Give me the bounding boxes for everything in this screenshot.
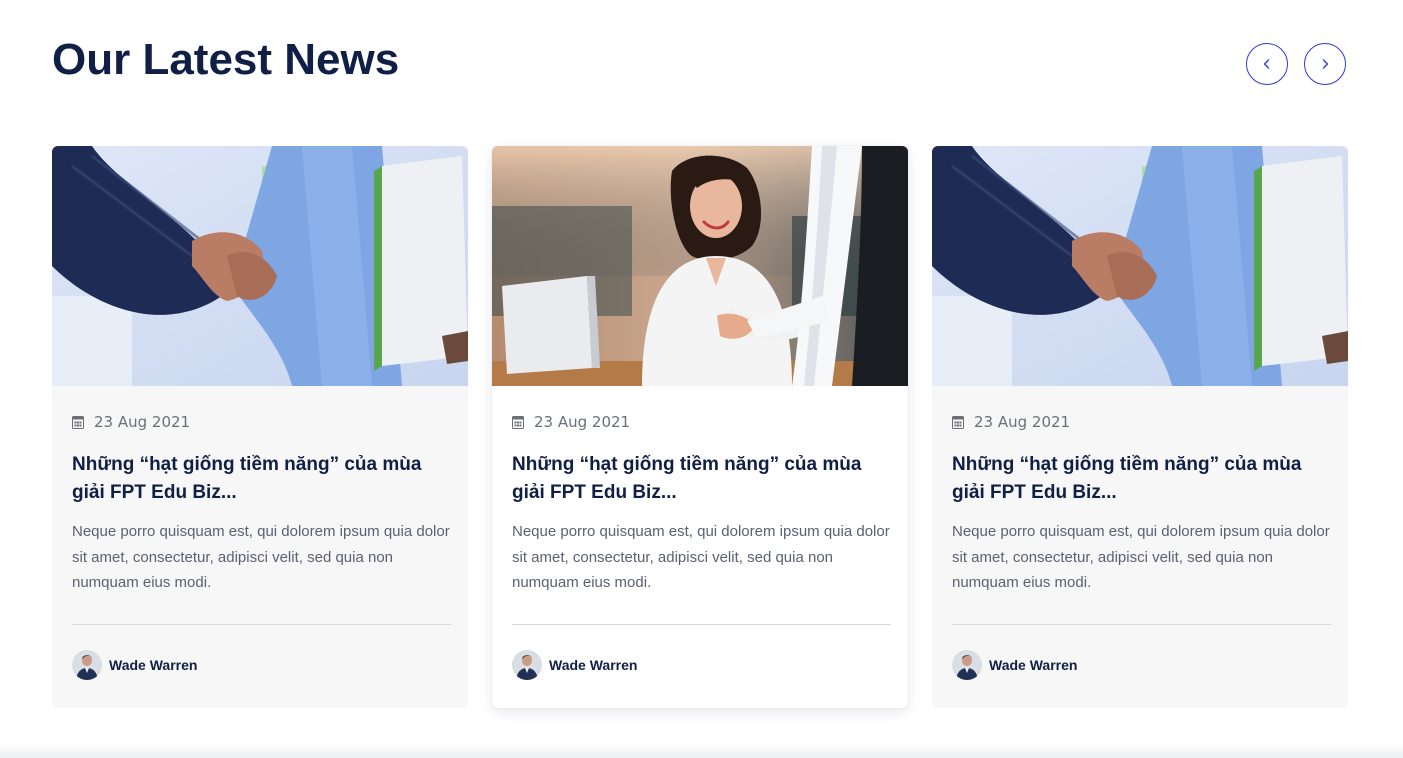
- post-title[interactable]: Những “hạt giống tiềm năng” của mùa giải…: [72, 451, 454, 507]
- post-title[interactable]: Những “hạt giống tiềm năng” của mùa giải…: [512, 451, 894, 507]
- post-date: 23 Aug 2021: [952, 412, 1070, 432]
- post-date: 23 Aug 2021: [512, 412, 630, 432]
- card-divider: [72, 624, 451, 625]
- news-thumbnail-image[interactable]: [492, 146, 908, 386]
- news-card[interactable]: 23 Aug 2021 Những “hạt giống tiềm năng” …: [492, 146, 908, 708]
- post-date-text: 23 Aug 2021: [534, 413, 631, 431]
- avatar: [952, 650, 982, 680]
- post-author: Wade Warren: [72, 650, 197, 680]
- post-excerpt: Neque porro quisquam est, qui dolorem ip…: [512, 523, 890, 591]
- calendar-icon: [952, 416, 964, 429]
- avatar: [512, 650, 542, 680]
- post-title[interactable]: Những “hạt giống tiềm năng” của mùa giải…: [952, 451, 1334, 507]
- avatar: [72, 650, 102, 680]
- post-date: 23 Aug 2021: [72, 412, 190, 432]
- news-card[interactable]: 23 Aug 2021 Những “hạt giống tiềm năng” …: [52, 146, 468, 708]
- news-card[interactable]: 23 Aug 2021 Những “hạt giống tiềm năng” …: [932, 146, 1348, 708]
- calendar-icon: [72, 416, 84, 429]
- chevron-left-icon: [1263, 59, 1270, 69]
- section-title: Our Latest News: [52, 35, 400, 84]
- card-divider: [952, 624, 1331, 625]
- next-slide-button[interactable]: [1304, 43, 1346, 85]
- news-card-list: 23 Aug 2021 Những “hạt giống tiềm năng” …: [52, 146, 1348, 708]
- news-thumbnail-image[interactable]: [52, 146, 468, 386]
- author-name[interactable]: Wade Warren: [989, 657, 1077, 673]
- chevron-right-icon: [1322, 59, 1329, 69]
- prev-slide-button[interactable]: [1246, 43, 1288, 85]
- news-thumbnail-image[interactable]: [932, 146, 1348, 386]
- card-divider: [512, 624, 891, 625]
- post-author: Wade Warren: [512, 650, 637, 680]
- post-author: Wade Warren: [952, 650, 1077, 680]
- author-name[interactable]: Wade Warren: [549, 657, 637, 673]
- post-date-text: 23 Aug 2021: [94, 413, 191, 431]
- author-name[interactable]: Wade Warren: [109, 657, 197, 673]
- post-excerpt: Neque porro quisquam est, qui dolorem ip…: [72, 523, 450, 591]
- post-excerpt: Neque porro quisquam est, qui dolorem ip…: [952, 523, 1330, 591]
- calendar-icon: [512, 416, 524, 429]
- section-bottom-edge: [0, 744, 1403, 758]
- post-date-text: 23 Aug 2021: [974, 413, 1071, 431]
